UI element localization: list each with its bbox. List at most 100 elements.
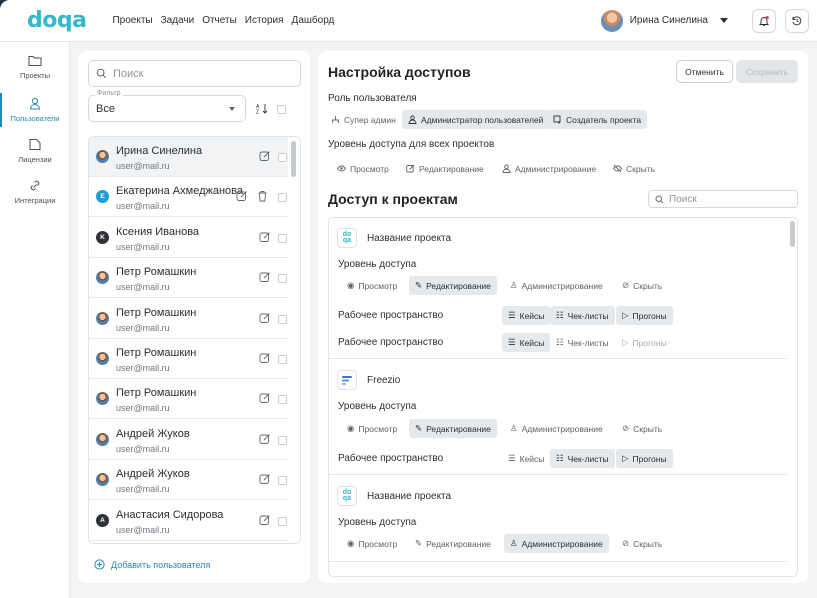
user-avatar[interactable]: [600, 9, 623, 32]
p2-level-admin[interactable]: ♙ Администрирование: [504, 419, 609, 438]
checklist-icon: ☷: [556, 310, 564, 320]
delete-user-button[interactable]: [257, 190, 268, 205]
role-chip-project-creator[interactable]: Создатель проекта: [547, 110, 648, 129]
global-level-admin[interactable]: Администрирование: [496, 159, 602, 178]
edit-icon: [259, 433, 270, 444]
role-chip-user-admin[interactable]: Администратор пользователей: [402, 110, 550, 129]
global-level-view[interactable]: Просмотр: [331, 159, 395, 178]
p2-level-view[interactable]: ◉ Просмотр: [341, 419, 403, 438]
user-checkbox[interactable]: [278, 274, 287, 284]
user-list-scrollbar[interactable]: [289, 138, 299, 542]
nav-projects[interactable]: Проекты: [112, 15, 152, 26]
nav-dashboard[interactable]: Дашборд: [292, 15, 335, 26]
edit-user-button[interactable]: [259, 352, 271, 367]
user-icon: ♙: [510, 538, 518, 548]
sidebar-item-licenses[interactable]: Лицензии: [0, 138, 70, 176]
save-button[interactable]: Сохранить: [736, 60, 798, 83]
p1-ws2-cases[interactable]: ☰ Кейсы: [502, 333, 551, 352]
edit-user-button[interactable]: [259, 271, 271, 286]
eye-icon: [337, 165, 346, 172]
user-row[interactable]: Ирина Синелина user@mail.ru: [89, 137, 288, 177]
user-checkbox[interactable]: [278, 435, 287, 445]
access-panel: Настройка доступов Отменить Сохранить Ро…: [318, 51, 808, 583]
user-row[interactable]: Петр Ромашкин user@mail.ru: [89, 379, 288, 420]
user-row[interactable]: A Анастасия Сидорова user@mail.ru: [89, 501, 288, 541]
p1-ws-runs[interactable]: ▷ Прогоны: [616, 306, 673, 325]
p1-level-view[interactable]: ◉ Просмотр: [341, 276, 403, 295]
p1-level-edit[interactable]: ✎ Редактирование: [409, 276, 497, 295]
cancel-button[interactable]: Отменить: [676, 60, 733, 83]
user-row[interactable]: Петр Ромашкин user@mail.ru: [89, 299, 288, 339]
user-checkbox[interactable]: [278, 476, 287, 486]
user-filter-select[interactable]: Фильтр Все: [88, 90, 246, 122]
edit-user-button[interactable]: [236, 190, 248, 205]
play-icon: ▷: [622, 337, 629, 347]
user-row[interactable]: K Ксения Иванова user@mail.ru: [89, 218, 288, 258]
edit-user-button[interactable]: [259, 514, 271, 529]
user-row[interactable]: Андрей Жуков user@mail.ru: [89, 460, 288, 501]
p1-level-hide[interactable]: ⊘ Скрыть: [616, 276, 668, 295]
p2-ws-checklists[interactable]: ☷ Чек-листы: [550, 449, 615, 468]
sidebar-item-users[interactable]: Пользователи: [0, 93, 70, 135]
nav-reports[interactable]: Отчеты: [202, 15, 237, 26]
sort-az-icon[interactable]: AZ: [256, 103, 269, 114]
user-checkbox[interactable]: [278, 193, 287, 203]
notifications-button[interactable]: [752, 8, 776, 33]
p1-ws2-runs[interactable]: ▷ Прогоны: [616, 333, 673, 352]
edit-user-button[interactable]: [259, 312, 271, 327]
sidebar-item-projects[interactable]: Проекты: [0, 54, 70, 92]
nav-history[interactable]: История: [245, 15, 284, 26]
chevron-down-icon[interactable]: [720, 18, 728, 23]
global-level-hide[interactable]: Скрыть: [607, 159, 661, 178]
edit-icon: [259, 151, 270, 161]
p1-level-admin[interactable]: ♙ Администрирование: [504, 276, 609, 295]
p3-level-view[interactable]: ◉ Просмотр: [341, 534, 403, 553]
edit-user-button[interactable]: [259, 433, 271, 448]
current-user-name[interactable]: Ирина Синелина: [630, 15, 708, 26]
history-button[interactable]: [785, 8, 809, 33]
role-chip-super-admin[interactable]: Супер админ: [325, 110, 402, 129]
user-checkbox[interactable]: [278, 395, 287, 405]
ws-chip-label: Чек-листы: [567, 453, 609, 464]
app-logo[interactable]: doqa: [27, 9, 87, 32]
user-avatar: A: [96, 513, 109, 527]
user-row[interactable]: Петр Ромашкин user@mail.ru: [89, 258, 288, 299]
user-search[interactable]: [88, 60, 301, 87]
cases-icon: ☰: [508, 453, 516, 463]
edit-user-button[interactable]: [259, 392, 271, 407]
ws-chip-label: Прогоны: [632, 453, 667, 464]
scrollbar-thumb[interactable]: [291, 141, 296, 177]
project-search[interactable]: [648, 190, 798, 208]
p1-ws-checklists[interactable]: ☷ Чек-листы: [550, 306, 615, 325]
add-user-button[interactable]: Добавить пользователя: [94, 559, 210, 570]
p1-ws2-checklists[interactable]: ☷ Чек-листы: [550, 333, 615, 352]
project-search-input[interactable]: [669, 193, 789, 205]
edit-user-button[interactable]: [259, 150, 271, 165]
user-checkbox[interactable]: [278, 233, 287, 243]
project-list-scrollbar[interactable]: [790, 221, 795, 247]
user-search-input[interactable]: [113, 67, 293, 80]
user-row[interactable]: Андрей Жуков user@mail.ru: [89, 420, 288, 460]
user-checkbox[interactable]: [278, 516, 287, 526]
user-checkbox[interactable]: [278, 355, 287, 364]
edit-user-button[interactable]: [259, 231, 271, 246]
user-row[interactable]: Петр Ромашкин user@mail.ru: [89, 339, 288, 379]
sidebar-item-integrations[interactable]: Интеграции: [0, 179, 70, 217]
p3-level-edit[interactable]: ✎ Редактирование: [409, 534, 497, 553]
user-email: user@mail.ru: [116, 443, 170, 454]
global-level-edit[interactable]: Редактирование: [400, 159, 490, 178]
edit-user-button[interactable]: [259, 473, 271, 488]
p2-ws-cases[interactable]: ☰ Кейсы: [502, 449, 550, 468]
select-all-checkbox[interactable]: [277, 105, 286, 114]
edit-icon: ✎: [415, 280, 423, 290]
p1-ws-cases[interactable]: ☰ Кейсы: [502, 306, 551, 325]
p3-level-hide[interactable]: ⊘ Скрыть: [616, 534, 668, 553]
p2-level-hide[interactable]: ⊘ Скрыть: [616, 419, 668, 438]
user-checkbox[interactable]: [278, 314, 287, 324]
user-row[interactable]: E Екатерина Ахмеджанова user@mail.ru: [89, 177, 288, 218]
p2-level-edit[interactable]: ✎ Редактирование: [409, 419, 497, 438]
user-checkbox[interactable]: [278, 153, 287, 162]
nav-tasks[interactable]: Задачи: [161, 15, 195, 26]
p2-ws-runs[interactable]: ▷ Прогоны: [616, 449, 673, 468]
p3-level-admin[interactable]: ♙ Администрирование: [504, 534, 609, 553]
